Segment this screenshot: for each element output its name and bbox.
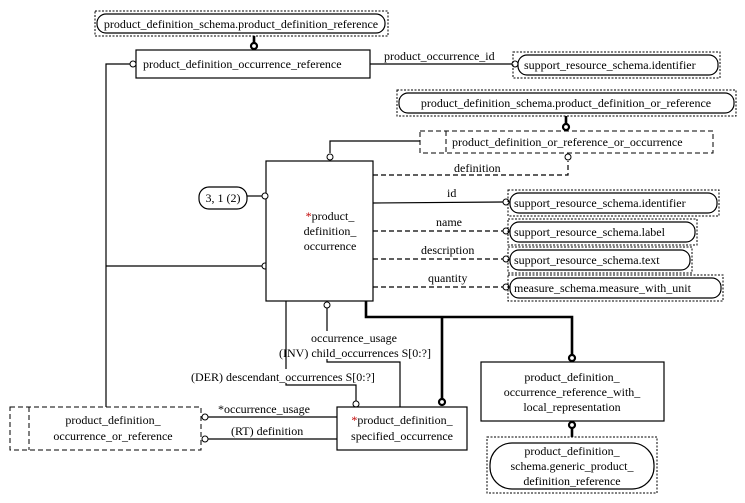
svg-text:*product_: *product_ xyxy=(306,209,356,223)
label-box[interactable]: support_resource_schema.label xyxy=(507,218,698,246)
descendant-occurrences-label: (DER) descendant_occurrences S[0:?] xyxy=(191,370,375,384)
pdoro-label: product_definition_or_reference_or_occur… xyxy=(452,135,683,149)
entity-label-line: local_representation xyxy=(523,400,620,414)
pdor-reference-box[interactable]: product_definition_schema.product_defini… xyxy=(396,89,737,117)
entity-label-line: occurrence_reference_with_ xyxy=(504,385,642,399)
relation-end-circle xyxy=(249,41,259,51)
identifier-label: support_resource_schema.identifier xyxy=(514,196,686,210)
measure-box[interactable]: measure_schema.measure_with_unit xyxy=(507,274,724,302)
relation-end-circle xyxy=(201,435,209,443)
main-label-line: definition_ xyxy=(304,224,358,238)
occurrence-usage-star-label: *occurrence_usage xyxy=(218,402,310,416)
identifier-top-box[interactable]: support_resource_schema.identifier xyxy=(512,51,721,79)
relation-end-circle xyxy=(326,153,334,161)
pdoro-select-box[interactable]: product_definition_or_reference_or_occur… xyxy=(419,130,714,154)
relation-end-circle xyxy=(201,413,209,421)
main-label-line: product_ xyxy=(312,209,356,223)
specified-occurrence-entity[interactable]: *product_definition_ specified_occurrenc… xyxy=(336,406,468,451)
relation-end-circle xyxy=(567,353,577,363)
pdoccref-entity[interactable]: product_definition_occurrence_reference xyxy=(135,49,371,79)
entity-label-line: definition_reference xyxy=(523,474,620,488)
identifier-box[interactable]: support_resource_schema.identifier xyxy=(507,189,720,217)
entity-label-line: product_definition_ xyxy=(524,444,620,458)
description-label: description xyxy=(421,243,474,257)
main-entity[interactable]: *product_ definition_ occurrence xyxy=(265,160,374,302)
entity-label-line: schema.generic_product_ xyxy=(511,459,635,473)
generic-reference-box[interactable]: product_definition_ schema.generic_produ… xyxy=(486,436,658,494)
text-box[interactable]: support_resource_schema.text xyxy=(507,246,693,274)
quantity-label: quantity xyxy=(428,271,467,285)
relation-end-circle xyxy=(564,153,572,161)
text-type-label: support_resource_schema.text xyxy=(514,253,660,267)
rt-definition-label: (RT) definition xyxy=(231,424,303,438)
id-label: id xyxy=(447,186,456,200)
entity-label-line: occurrence_or_reference xyxy=(53,429,172,443)
id-line xyxy=(372,201,504,204)
express-g-diagram: product_definition_schema.product_defini… xyxy=(9,10,737,494)
pdor-reference-label: product_definition_schema.product_defini… xyxy=(421,96,711,110)
label-type-label: support_resource_schema.label xyxy=(514,225,666,239)
identifier-top-label: support_resource_schema.identifier xyxy=(524,58,696,72)
svg-text:*product_definition_: *product_definition_ xyxy=(351,413,453,427)
supertype-line xyxy=(105,63,130,407)
with-local-representation-entity[interactable]: product_definition_ occurrence_reference… xyxy=(480,361,665,422)
or-reference-select-box[interactable]: product_definition_ occurrence_or_refere… xyxy=(9,406,202,451)
select-line xyxy=(329,140,420,153)
entity-label-line: product_definition_ xyxy=(524,370,620,384)
pdr-reference-box[interactable]: product_definition_schema.product_defini… xyxy=(94,10,389,37)
definition-label: definition xyxy=(454,161,501,175)
relation-end-circle xyxy=(129,60,137,68)
name-label: name xyxy=(436,215,462,229)
occurrence-usage-label: occurrence_usage xyxy=(311,331,397,345)
page-reference[interactable]: 3, 1 (2) xyxy=(198,186,248,210)
relation-end-circle xyxy=(567,420,577,430)
relation-end-circle xyxy=(437,397,447,407)
page-reference-label: 3, 1 (2) xyxy=(206,191,241,205)
main-label-line: occurrence xyxy=(304,239,357,253)
relation-end-circle xyxy=(261,192,269,200)
relation-end-circle xyxy=(352,400,360,408)
relation-end-circle xyxy=(323,301,331,309)
pdr-reference-label: product_definition_schema.product_defini… xyxy=(104,17,378,31)
entity-label-line: product_definition_ xyxy=(357,413,453,427)
measure-label: measure_schema.measure_with_unit xyxy=(514,281,692,295)
product-occurrence-id-label: product_occurrence_id xyxy=(384,49,495,63)
relation-end-circle xyxy=(561,122,571,132)
entity-label-line: product_definition_ xyxy=(65,413,161,427)
entity-label-line: specified_occurrence xyxy=(351,429,453,443)
pdoccref-label: product_definition_occurrence_reference xyxy=(143,57,342,71)
child-occurrences-label: (INV) child_occurrences S[0:?] xyxy=(279,346,431,360)
